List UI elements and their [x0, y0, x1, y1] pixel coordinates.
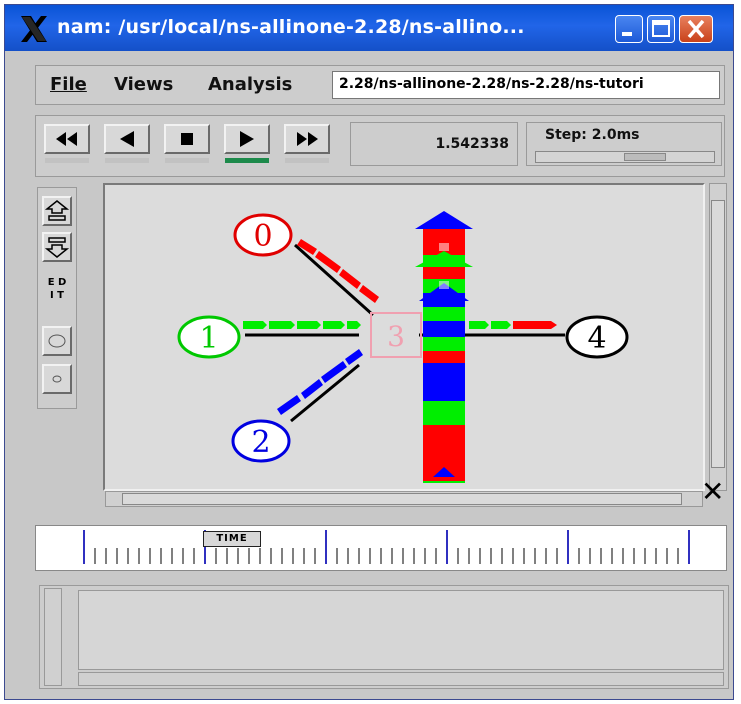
time-label: TIME	[216, 533, 248, 544]
fast-forward-icon	[297, 132, 318, 146]
tool-sidebar: E D I T	[37, 187, 77, 409]
node-4-label: 4	[587, 321, 606, 356]
maximize-button[interactable]	[647, 15, 675, 43]
network-topology: 0 1 2 3 4	[177, 211, 629, 483]
node-0-label: 0	[253, 219, 272, 254]
play-backward-button[interactable]	[104, 124, 150, 154]
annotation-list[interactable]	[78, 590, 724, 670]
play-forward-icon	[240, 131, 254, 147]
packets-link-1	[243, 321, 361, 329]
fast-rewind-icon	[56, 132, 77, 146]
resize-corner-icon[interactable]: ✕	[701, 475, 724, 508]
canvas-vertical-scrollbar[interactable]	[709, 183, 727, 491]
step-slider-thumb[interactable]	[624, 153, 666, 161]
fast-rewind-button[interactable]	[44, 124, 90, 154]
link-0-3	[293, 243, 375, 317]
network-canvas[interactable]: 0 1 2 3 4	[103, 183, 705, 491]
annotation-panel	[39, 585, 729, 689]
canvas-horizontal-scrollbar[interactable]	[105, 491, 703, 507]
menu-analysis[interactable]: Analysis	[208, 74, 292, 95]
step-slider[interactable]	[535, 151, 715, 163]
oval-icon	[48, 334, 66, 348]
title-bar[interactable]: nam: /usr/local/ns-allinone-2.28/ns-alli…	[5, 5, 733, 51]
time-slider-thumb[interactable]: TIME	[203, 531, 261, 547]
node-2-label: 2	[251, 425, 270, 460]
time-display: 1.542338	[350, 122, 518, 166]
window-title: nam: /usr/local/ns-allinone-2.28/ns-alli…	[57, 16, 525, 38]
annotation-horizontal-scrollbar[interactable]	[78, 672, 724, 686]
menu-file[interactable]: File	[50, 74, 87, 95]
play-forward-indicator	[225, 158, 269, 163]
close-icon	[687, 19, 705, 39]
canvas-vertical-scroll-thumb[interactable]	[711, 200, 725, 468]
edit-label-line1: E D	[47, 277, 67, 288]
fast-forward-indicator	[285, 158, 329, 163]
canvas-horizontal-scroll-thumb[interactable]	[122, 493, 682, 505]
maximize-icon	[652, 20, 670, 37]
zoom-out-button[interactable]	[42, 232, 72, 262]
packets-link-2	[277, 349, 363, 415]
oval-button[interactable]	[42, 326, 72, 356]
time-ticks	[83, 530, 690, 564]
edit-button[interactable]: E D I T	[42, 270, 72, 310]
annotation-vertical-scrollbar[interactable]	[44, 588, 62, 686]
packet-queue	[415, 211, 473, 483]
menu-bar: File Views Analysis 2.28/ns-allinone-2.2…	[35, 65, 725, 105]
small-oval-icon	[52, 375, 62, 383]
close-button[interactable]	[679, 15, 713, 43]
stop-button[interactable]	[164, 124, 210, 154]
edit-label-line2: I T	[49, 290, 65, 301]
node-3-label: 3	[387, 320, 405, 353]
nam-window: nam: /usr/local/ns-allinone-2.28/ns-alli…	[4, 4, 734, 700]
step-control: Step: 2.0ms	[526, 122, 722, 166]
small-oval-button[interactable]	[42, 364, 72, 394]
play-backward-indicator	[105, 158, 149, 163]
step-label: Step: 2.0ms	[545, 127, 640, 143]
menu-views[interactable]: Views	[114, 74, 173, 95]
node-0[interactable]: 0	[233, 213, 293, 257]
play-forward-button[interactable]	[224, 124, 270, 154]
node-1[interactable]: 1	[177, 315, 241, 359]
zoom-in-button[interactable]	[42, 196, 72, 226]
zoom-in-icon	[44, 200, 70, 221]
packets-link-4	[469, 321, 557, 329]
minimize-icon	[622, 32, 632, 36]
node-1-label: 1	[199, 321, 218, 356]
playback-controls: 1.542338 Step: 2.0ms	[35, 115, 725, 177]
current-time-value: 1.542338	[435, 136, 509, 152]
stop-indicator	[165, 158, 209, 163]
node-2[interactable]: 2	[231, 419, 291, 463]
packets-link-0	[297, 239, 379, 303]
fast-rewind-indicator	[45, 158, 89, 163]
time-slider[interactable]	[35, 525, 727, 571]
x-logo-icon	[21, 16, 47, 42]
play-backward-icon	[120, 131, 134, 147]
zoom-out-icon	[44, 237, 70, 258]
node-4[interactable]: 4	[565, 315, 629, 359]
minimize-button[interactable]	[615, 15, 643, 43]
fast-forward-button[interactable]	[284, 124, 330, 154]
trace-file-path-field[interactable]: 2.28/ns-allinone-2.28/ns-2.28/ns-tutori	[332, 71, 720, 99]
node-3[interactable]: 3	[370, 312, 422, 358]
stop-icon	[181, 133, 193, 145]
